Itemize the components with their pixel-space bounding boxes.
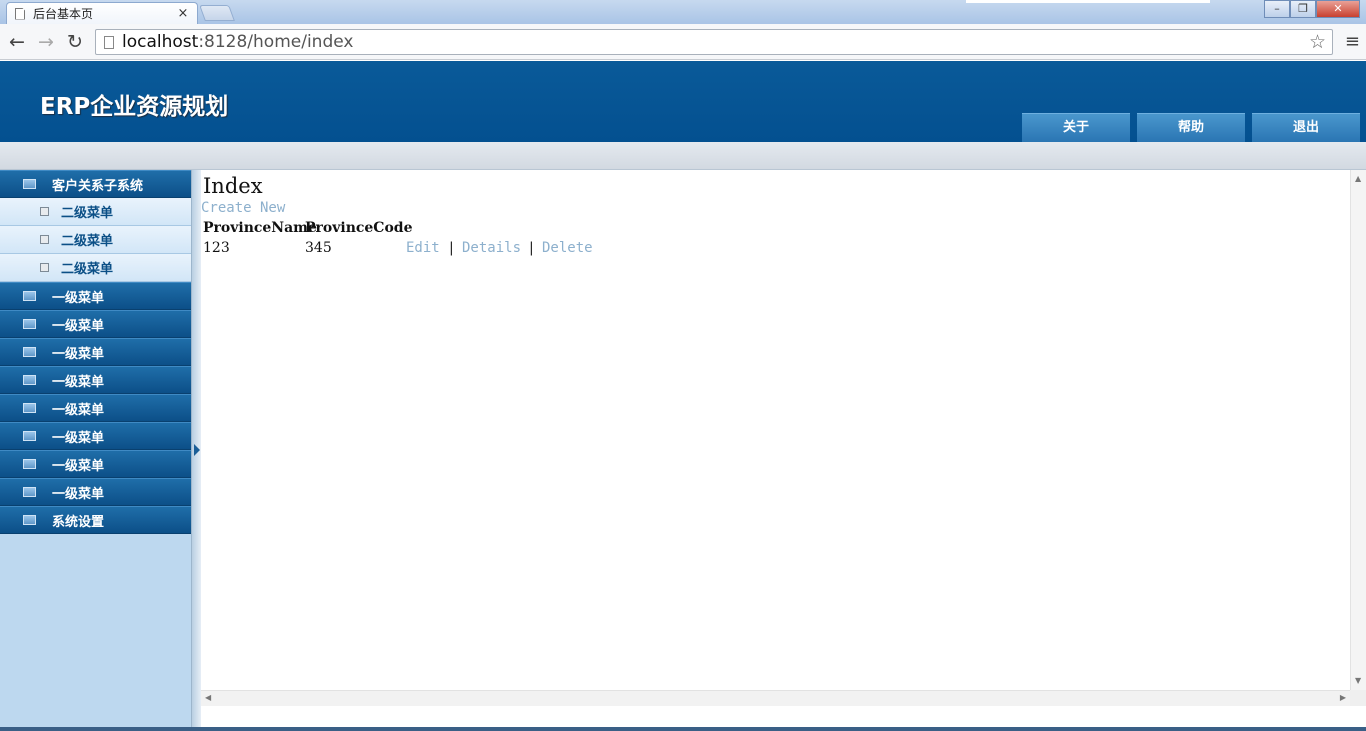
menu-bullet-icon bbox=[40, 235, 49, 244]
menu-bullet-icon bbox=[40, 207, 49, 216]
sidebar-item-label: 一级菜单 bbox=[52, 430, 105, 446]
address-bar[interactable]: localhost:8128/home/index ☆ bbox=[95, 29, 1333, 55]
menu-folder-icon bbox=[23, 459, 36, 469]
menu-folder-icon bbox=[23, 347, 36, 357]
vertical-scrollbar[interactable]: ▲ ▼ bbox=[1350, 170, 1366, 690]
browser-menu-icon[interactable]: ≡ bbox=[1345, 30, 1360, 54]
sidebar-splitter[interactable] bbox=[191, 170, 201, 731]
sidebar-item-label: 二级菜单 bbox=[61, 234, 114, 249]
forward-arrow-icon[interactable]: → bbox=[34, 30, 58, 54]
scroll-right-icon[interactable]: ▶ bbox=[1340, 693, 1346, 702]
restore-button[interactable]: ❐ bbox=[1290, 0, 1316, 18]
sidebar-subitem[interactable]: 二级菜单 bbox=[0, 226, 191, 254]
menu-folder-icon bbox=[23, 179, 36, 189]
app-header: ERP企业资源规划 关于 帮助 退出 bbox=[0, 61, 1366, 142]
page-title: Index bbox=[203, 174, 263, 198]
menu-folder-icon bbox=[23, 291, 36, 301]
sidebar-item[interactable]: 一级菜单 bbox=[0, 478, 191, 506]
tab-title: 后台基本页 bbox=[33, 7, 94, 21]
menu-folder-icon bbox=[23, 431, 36, 441]
sidebar-item[interactable]: 一级菜单 bbox=[0, 366, 191, 394]
collapse-arrow-icon[interactable] bbox=[194, 444, 200, 456]
menu-bullet-icon bbox=[40, 263, 49, 272]
help-button[interactable]: 帮助 bbox=[1137, 113, 1245, 142]
logout-button[interactable]: 退出 bbox=[1252, 113, 1360, 142]
sidebar-item-settings[interactable]: 系统设置 bbox=[0, 506, 191, 534]
sidebar-item[interactable]: 一级菜单 bbox=[0, 282, 191, 310]
horizontal-scrollbar[interactable]: ◀ ▶ bbox=[201, 690, 1350, 706]
menu-folder-icon bbox=[23, 515, 36, 525]
scroll-up-icon[interactable]: ▲ bbox=[1355, 174, 1361, 183]
close-tab-icon[interactable]: × bbox=[177, 6, 189, 21]
menu-folder-icon bbox=[23, 319, 36, 329]
sidebar-item-label: 客户关系子系统 bbox=[52, 178, 144, 194]
scroll-down-icon[interactable]: ▼ bbox=[1355, 676, 1361, 685]
bookmark-star-icon[interactable]: ☆ bbox=[1309, 30, 1326, 54]
action-separator: | bbox=[529, 240, 534, 256]
minimize-button[interactable]: – bbox=[1264, 0, 1290, 18]
cell-province-code: 345 bbox=[305, 240, 332, 256]
back-arrow-icon[interactable]: ← bbox=[5, 30, 29, 54]
sidebar-item-label: 二级菜单 bbox=[61, 206, 114, 221]
reload-icon[interactable]: ↻ bbox=[63, 30, 87, 54]
sidebar-item-label: 一级菜单 bbox=[52, 318, 105, 334]
sidebar-item-label: 一级菜单 bbox=[52, 402, 105, 418]
sidebar-item[interactable]: 一级菜单 bbox=[0, 338, 191, 366]
browser-tab-active[interactable]: 后台基本页 × bbox=[6, 2, 198, 24]
column-header-province-name: ProvinceName bbox=[203, 220, 317, 236]
sidebar-item[interactable]: 一级菜单 bbox=[0, 310, 191, 338]
sidebar-item-label: 一级菜单 bbox=[52, 458, 105, 474]
sidebar-item[interactable]: 一级菜单 bbox=[0, 422, 191, 450]
column-header-province-code: ProvinceCode bbox=[305, 220, 413, 236]
page-icon bbox=[104, 35, 114, 49]
sidebar-item-label: 系统设置 bbox=[52, 514, 105, 530]
content-frame: Index Create New ProvinceName ProvinceCo… bbox=[201, 170, 1350, 690]
sidebar-subitem[interactable]: 二级菜单 bbox=[0, 198, 191, 226]
app-title: ERP企业资源规划 bbox=[40, 94, 229, 120]
url-host: localhost bbox=[122, 32, 199, 52]
tab-strip-bar bbox=[966, 0, 1210, 3]
scrollbar-corner bbox=[1350, 690, 1366, 706]
sidebar-subitem[interactable]: 二级菜单 bbox=[0, 254, 191, 282]
menu-folder-icon bbox=[23, 487, 36, 497]
new-tab-button[interactable] bbox=[199, 5, 235, 21]
window-close-button[interactable]: ✕ bbox=[1316, 0, 1360, 18]
window-controls: – ❐ ✕ bbox=[1264, 0, 1360, 18]
details-link[interactable]: Details bbox=[462, 240, 521, 256]
sidebar-item-label: 二级菜单 bbox=[61, 262, 114, 277]
browser-tab-strip: 后台基本页 × – ❐ ✕ bbox=[0, 0, 1366, 24]
sidebar-item-label: 一级菜单 bbox=[52, 486, 105, 502]
action-separator: | bbox=[449, 240, 454, 256]
cell-province-name: 123 bbox=[203, 240, 230, 256]
header-sub-band bbox=[0, 142, 1366, 170]
about-button[interactable]: 关于 bbox=[1022, 113, 1130, 142]
sidebar-item-crm[interactable]: 客户关系子系统 bbox=[0, 170, 191, 198]
sidebar-item-label: 一级菜单 bbox=[52, 346, 105, 362]
sidebar-item[interactable]: 一级菜单 bbox=[0, 394, 191, 422]
page-icon bbox=[15, 7, 25, 20]
create-new-link[interactable]: Create New bbox=[201, 200, 285, 216]
sidebar-item-label: 一级菜单 bbox=[52, 374, 105, 390]
url-path: :8128/home/index bbox=[198, 32, 354, 52]
taskbar-edge bbox=[0, 727, 1366, 731]
scroll-left-icon[interactable]: ◀ bbox=[205, 693, 211, 702]
edit-link[interactable]: Edit bbox=[406, 240, 440, 256]
menu-folder-icon bbox=[23, 403, 36, 413]
menu-folder-icon bbox=[23, 375, 36, 385]
browser-toolbar: ← → ↻ localhost:8128/home/index ☆ ≡ bbox=[0, 24, 1366, 60]
delete-link[interactable]: Delete bbox=[542, 240, 593, 256]
sidebar-item-label: 一级菜单 bbox=[52, 290, 105, 306]
sidebar: 客户关系子系统 二级菜单 二级菜单 二级菜单 一级菜单 一级菜单 一级菜单 一级… bbox=[0, 170, 191, 731]
sidebar-item[interactable]: 一级菜单 bbox=[0, 450, 191, 478]
